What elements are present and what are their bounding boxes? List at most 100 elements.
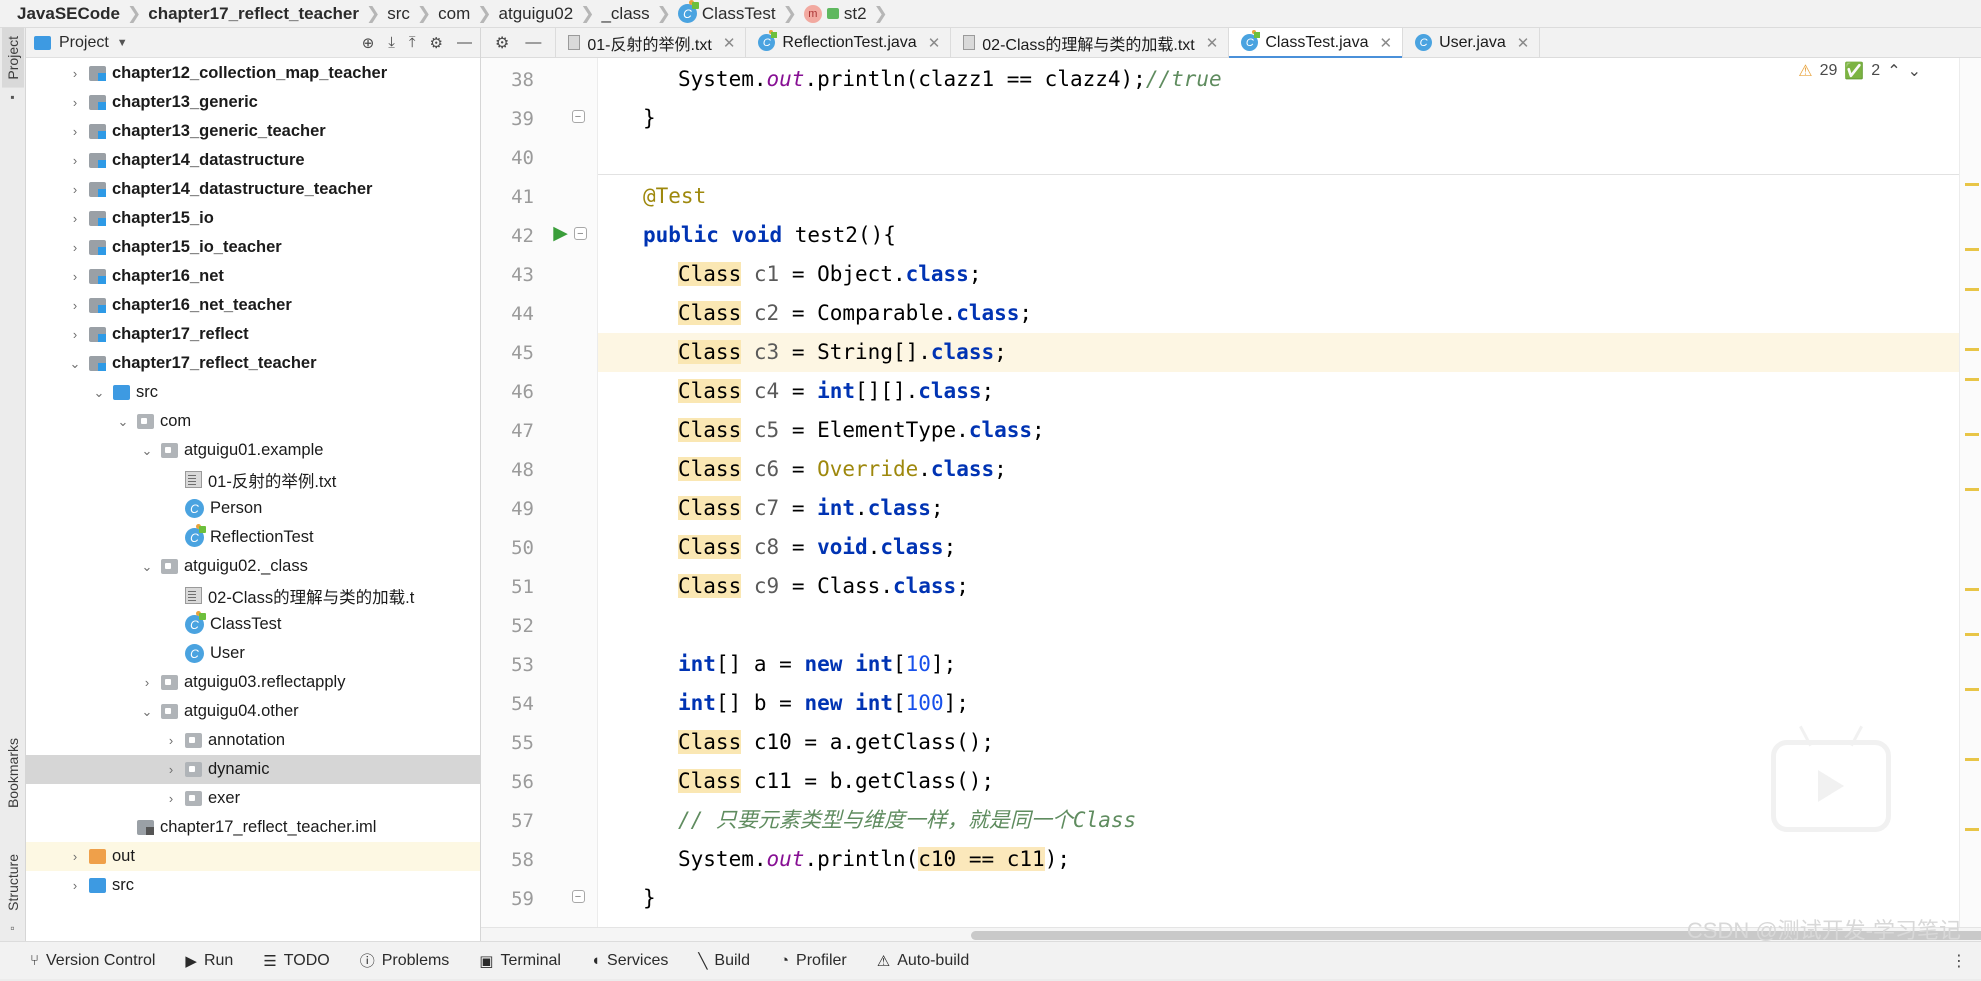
tool-window-tab-project[interactable]: Project	[1, 28, 24, 88]
status-bar-item-build[interactable]: ╲ Build	[698, 952, 750, 970]
gutter-icon-cell[interactable]	[543, 760, 597, 799]
status-bar-item-run[interactable]: ▶ Run	[185, 952, 233, 970]
gutter-icon-cell[interactable]	[543, 409, 597, 448]
error-stripe-marker[interactable]	[1965, 248, 1979, 251]
gutter-icon-cell[interactable]	[543, 136, 597, 175]
gutter-icon-cell[interactable]	[543, 370, 597, 409]
chevron-down-icon[interactable]: ⌄	[140, 704, 154, 720]
fold-toggle-icon[interactable]: −	[571, 110, 585, 123]
chevron-down-icon[interactable]: ⌄	[140, 559, 154, 575]
gutter-icon-cell[interactable]	[543, 58, 597, 97]
code-line-58[interactable]: System.out.println(c10 == c11);	[598, 840, 1959, 879]
gutter-icon-cell[interactable]: −	[543, 97, 597, 136]
tree-node-annotation[interactable]: › annotation	[26, 726, 480, 755]
chevron-down-icon[interactable]: ⌄	[116, 414, 130, 430]
close-icon[interactable]: ✕	[1206, 34, 1219, 52]
hide-icon[interactable]: —	[457, 34, 472, 51]
code-line-40[interactable]	[598, 138, 1959, 177]
gutter-icon-cell[interactable]	[543, 799, 597, 838]
chevron-right-icon[interactable]: ›	[68, 153, 82, 168]
chevron-right-icon[interactable]: ›	[68, 269, 82, 284]
breadcrumb-item-0[interactable]: JavaSECode	[10, 4, 127, 24]
tree-node-dynamic[interactable]: › dynamic	[26, 755, 480, 784]
tree-node-chapter17-reflect[interactable]: › chapter17_reflect	[26, 320, 480, 349]
project-tree[interactable]: › chapter12_collection_map_teacher › chapte…	[26, 58, 480, 941]
tree-node-chapter14-datastructure[interactable]: › chapter14_datastructure	[26, 146, 480, 175]
close-icon[interactable]: ✕	[1379, 34, 1392, 52]
error-stripe-marker[interactable]	[1965, 633, 1979, 636]
gutter-icon-cell[interactable]	[543, 682, 597, 721]
expand-all-icon[interactable]: ⤓	[388, 34, 395, 51]
close-icon[interactable]: ✕	[723, 34, 736, 52]
gutter-icon-cell[interactable]	[543, 292, 597, 331]
chevron-right-icon[interactable]: ›	[68, 878, 82, 893]
gutter-icon-cell[interactable]	[543, 643, 597, 682]
gutter-icon-cell[interactable]	[543, 331, 597, 370]
chevron-down-icon[interactable]: ⌄	[1908, 61, 1921, 81]
chevron-right-icon[interactable]: ›	[164, 733, 178, 748]
code-line-39[interactable]: }	[598, 99, 1959, 138]
code-line-54[interactable]: int[] b = new int[100];	[598, 684, 1959, 723]
chevron-right-icon[interactable]: ›	[68, 182, 82, 197]
tree-node-atguigu01-example[interactable]: ⌄ atguigu01.example	[26, 436, 480, 465]
error-stripe-marker[interactable]	[1965, 348, 1979, 351]
error-stripe-marker[interactable]	[1965, 758, 1979, 761]
tree-node-chapter12-collection-map-teacher[interactable]: › chapter12_collection_map_teacher	[26, 59, 480, 88]
breadcrumb-item-3[interactable]: com	[431, 4, 477, 24]
collapse-all-icon[interactable]: ⤒	[409, 34, 416, 51]
code-line-56[interactable]: Class c11 = b.getClass();	[598, 762, 1959, 801]
inspection-widget[interactable]: ⚠ 29 ✅ 2 ⌃ ⌄	[1798, 61, 1921, 81]
chevron-down-icon[interactable]: ⌄	[140, 443, 154, 459]
code-line-57[interactable]: // 只要元素类型与维度一样，就是同一个Class	[598, 801, 1959, 840]
breadcrumb-item-6[interactable]: C ClassTest	[671, 0, 783, 24]
settings-icon[interactable]: ⚙	[495, 33, 509, 53]
gutter-icon-cell[interactable]	[543, 604, 597, 643]
tool-window-tab-bookmarks[interactable]: Bookmarks	[2, 730, 24, 816]
error-stripe-marker[interactable]	[1965, 378, 1979, 381]
chevron-right-icon[interactable]: ›	[68, 240, 82, 255]
chevron-right-icon[interactable]: ›	[164, 762, 178, 777]
gutter-icon-cell[interactable]	[543, 565, 597, 604]
more-vertical-icon[interactable]: ⋮	[1951, 951, 1967, 971]
chevron-right-icon[interactable]: ›	[68, 849, 82, 864]
tool-window-tab-structure[interactable]: Structure	[2, 846, 24, 919]
error-stripe-marker-bar[interactable]	[1959, 58, 1981, 927]
tree-node-chapter15-io-teacher[interactable]: › chapter15_io_teacher	[26, 233, 480, 262]
run-test-icon[interactable]: ▶	[553, 222, 568, 245]
status-bar-item-terminal[interactable]: ▣ Terminal	[479, 952, 561, 970]
status-bar-item-profiler[interactable]: ◔ Profiler	[780, 952, 847, 970]
gutter-icon-cell[interactable]	[543, 838, 597, 877]
error-stripe-marker[interactable]	[1965, 828, 1979, 831]
code-line-53[interactable]: int[] a = new int[10];	[598, 645, 1959, 684]
tree-node-chapter17-reflect-teacher[interactable]: ⌄ chapter17_reflect_teacher	[26, 349, 480, 378]
code-line-45[interactable]: Class c3 = String[].class;	[598, 333, 1959, 372]
fold-toggle-icon[interactable]: −	[573, 227, 587, 240]
error-stripe-marker[interactable]	[1965, 588, 1979, 591]
tree-node-01-------txt[interactable]: ›01-反射的举例.txt	[26, 465, 480, 494]
tree-node-chapter13-generic-teacher[interactable]: › chapter13_generic_teacher	[26, 117, 480, 146]
gutter-icon-cell[interactable]	[543, 526, 597, 565]
tree-node-chapter16-net-teacher[interactable]: › chapter16_net_teacher	[26, 291, 480, 320]
breadcrumb-item-4[interactable]: atguigu02	[492, 4, 581, 24]
tree-node-src[interactable]: › src	[26, 871, 480, 900]
chevron-right-icon[interactable]: ›	[68, 327, 82, 342]
editor-tab-user-java[interactable]: C User.java ✕	[1403, 28, 1541, 57]
tree-node-reflectiontest[interactable]: ›CReflectionTest	[26, 523, 480, 552]
chevron-down-icon[interactable]: ⌄	[68, 356, 82, 372]
breadcrumb-item-2[interactable]: src	[380, 4, 417, 24]
code-line-51[interactable]: Class c9 = Class.class;	[598, 567, 1959, 606]
error-stripe-marker[interactable]	[1965, 183, 1979, 186]
code-line-46[interactable]: Class c4 = int[][].class;	[598, 372, 1959, 411]
tree-node-chapter16-net[interactable]: › chapter16_net	[26, 262, 480, 291]
editor-tab-01-------txt[interactable]: 01-反射的举例.txt ✕	[556, 28, 747, 57]
tree-node-chapter17-reflect-teacher-iml[interactable]: ›chapter17_reflect_teacher.iml	[26, 813, 480, 842]
error-stripe-marker[interactable]	[1965, 288, 1979, 291]
tree-node-classtest[interactable]: ›CClassTest	[26, 610, 480, 639]
status-bar-item-version-control[interactable]: ⑂ Version Control	[30, 952, 155, 970]
gutter-icon-cell[interactable]	[543, 253, 597, 292]
tree-node-user[interactable]: ›CUser	[26, 639, 480, 668]
code-line-55[interactable]: Class c10 = a.getClass();	[598, 723, 1959, 762]
code-line-43[interactable]: Class c1 = Object.class;	[598, 255, 1959, 294]
code-line-38[interactable]: System.out.println(clazz1 == clazz4);//t…	[598, 60, 1959, 99]
minimize-icon[interactable]: —	[525, 34, 541, 52]
